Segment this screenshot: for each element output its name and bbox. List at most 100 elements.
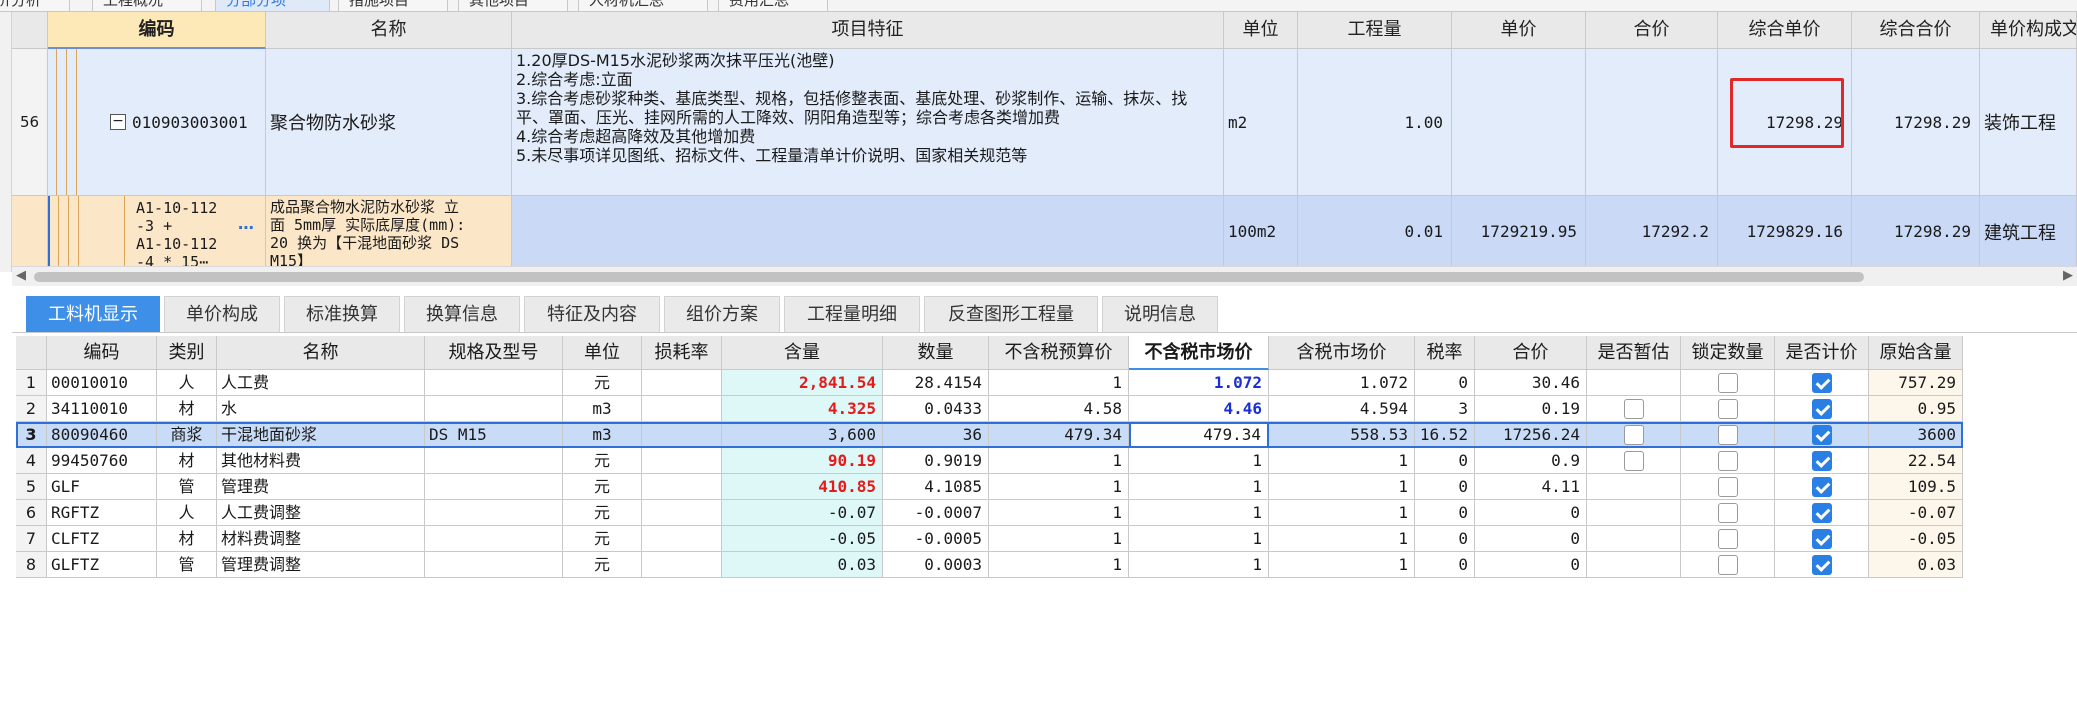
editing-cell[interactable]: 479.34 — [1129, 422, 1269, 448]
checkbox-icon[interactable] — [1812, 425, 1832, 445]
header-features[interactable]: 项目特征 — [512, 12, 1224, 49]
lock-qty-cell[interactable] — [1681, 448, 1775, 474]
lock-qty-cell[interactable] — [1681, 500, 1775, 526]
priced-cell[interactable] — [1775, 448, 1869, 474]
header-total[interactable]: 合价 — [1586, 12, 1718, 49]
material-category: 管 — [157, 552, 217, 578]
checkbox-icon[interactable] — [1812, 477, 1832, 497]
col-priced[interactable]: 是否计价 — [1775, 336, 1869, 370]
checkbox-icon[interactable] — [1718, 399, 1738, 419]
tab-reverse-lookup[interactable]: 反查图形工程量 — [924, 296, 1098, 332]
lock-qty-cell[interactable] — [1681, 396, 1775, 422]
sub-quantity[interactable]: 0.01 — [1298, 196, 1452, 268]
top-tab-measures[interactable]: 措施项目 — [338, 0, 448, 11]
priced-cell[interactable] — [1775, 396, 1869, 422]
col-quantity[interactable]: 数量 — [883, 336, 989, 370]
header-price-file[interactable]: 单价构成文件 — [1980, 12, 2077, 49]
col-estimated[interactable]: 是否暂估 — [1587, 336, 1681, 370]
col-tax-rate[interactable]: 税率 — [1415, 336, 1475, 370]
checkbox-icon[interactable] — [1812, 399, 1832, 419]
tab-labor-material[interactable]: 工料机显示 — [26, 296, 160, 332]
estimated-cell[interactable] — [1587, 526, 1681, 552]
col-lock-qty[interactable]: 锁定数量 — [1681, 336, 1775, 370]
checkbox-icon[interactable] — [1812, 373, 1832, 393]
col-spec[interactable]: 规格及型号 — [425, 336, 563, 370]
col-unit[interactable]: 单位 — [563, 336, 642, 370]
checkbox-icon[interactable] — [1718, 451, 1738, 471]
col-market-price[interactable]: 不含税市场价 — [1129, 336, 1269, 370]
scrollbar-thumb[interactable] — [34, 272, 1864, 282]
col-total[interactable]: 合价 — [1475, 336, 1587, 370]
estimated-cell[interactable] — [1587, 448, 1681, 474]
checkbox-icon[interactable] — [1624, 451, 1644, 471]
header-code[interactable]: 编码 — [48, 12, 266, 49]
tab-unit-price-composition[interactable]: 单价构成 — [164, 296, 280, 332]
tab-features-content[interactable]: 特征及内容 — [524, 296, 660, 332]
priced-cell[interactable] — [1775, 526, 1869, 552]
checkbox-icon[interactable] — [1812, 529, 1832, 549]
scroll-left-icon[interactable]: ◀ — [16, 268, 26, 283]
collapse-icon[interactable]: − — [110, 114, 126, 130]
col-code[interactable]: 编码 — [47, 336, 157, 370]
tab-standard-conversion[interactable]: 标准换算 — [284, 296, 400, 332]
tab-conversion-info[interactable]: 换算信息 — [404, 296, 520, 332]
checkbox-icon[interactable] — [1812, 555, 1832, 575]
checkbox-icon[interactable] — [1812, 451, 1832, 471]
lock-qty-cell[interactable] — [1681, 552, 1775, 578]
estimated-cell[interactable] — [1587, 422, 1681, 448]
priced-cell[interactable] — [1775, 474, 1869, 500]
top-tab-overview[interactable]: 工程概况 — [92, 0, 202, 11]
header-unit-price[interactable]: 单价 — [1452, 12, 1586, 49]
top-tab-cost-analysis[interactable]: 造价分析 — [0, 0, 70, 11]
checkbox-icon[interactable] — [1718, 373, 1738, 393]
header-unit[interactable]: 单位 — [1224, 12, 1298, 49]
lock-qty-cell[interactable] — [1681, 422, 1775, 448]
top-tab-items[interactable]: 分部分项 — [215, 0, 330, 11]
checkbox-icon[interactable] — [1718, 477, 1738, 497]
top-tab-materials[interactable]: 人材机汇总 — [578, 0, 708, 11]
row-number: 4 — [16, 448, 47, 474]
tab-description[interactable]: 说明信息 — [1102, 296, 1218, 332]
checkbox-icon[interactable] — [1718, 425, 1738, 445]
checkbox-icon[interactable] — [1812, 503, 1832, 523]
priced-cell[interactable] — [1775, 500, 1869, 526]
header-name[interactable]: 名称 — [266, 12, 512, 49]
priced-cell[interactable] — [1775, 370, 1869, 396]
top-tab-fees[interactable]: 费用汇总 — [718, 0, 828, 11]
checkbox-icon[interactable] — [1718, 503, 1738, 523]
estimated-cell[interactable] — [1587, 500, 1681, 526]
material-market-price: 1.072 — [1129, 370, 1269, 396]
tab-quantity-detail[interactable]: 工程量明细 — [784, 296, 920, 332]
lock-qty-cell[interactable] — [1681, 474, 1775, 500]
estimated-cell[interactable] — [1587, 370, 1681, 396]
scroll-right-icon[interactable]: ▶ — [2063, 268, 2073, 283]
horizontal-scrollbar[interactable]: ◀ ▶ — [12, 266, 2077, 286]
priced-cell[interactable] — [1775, 422, 1869, 448]
col-loss-rate[interactable]: 损耗率 — [642, 336, 722, 370]
header-comp-unit-price[interactable]: 综合单价 — [1718, 12, 1852, 49]
lock-qty-cell[interactable] — [1681, 370, 1775, 396]
col-name[interactable]: 名称 — [217, 336, 425, 370]
col-budget-price[interactable]: 不含税预算价 — [989, 336, 1129, 370]
priced-cell[interactable] — [1775, 552, 1869, 578]
sub-code-cell[interactable]: A1-10-112 -3 + A1-10-112 -4 * 15⋯ ⋯ — [48, 196, 266, 268]
code-cell[interactable]: − 010903003001 — [48, 49, 266, 196]
lock-qty-cell[interactable] — [1681, 526, 1775, 552]
top-tab-other[interactable]: 其他项目 — [458, 0, 568, 11]
header-comp-total[interactable]: 综合合价 — [1852, 12, 1980, 49]
checkbox-icon[interactable] — [1718, 529, 1738, 549]
col-category[interactable]: 类别 — [157, 336, 217, 370]
col-original-content[interactable]: 原始含量 — [1869, 336, 1963, 370]
checkbox-icon[interactable] — [1718, 555, 1738, 575]
col-content[interactable]: 含量 — [722, 336, 883, 370]
more-icon[interactable]: ⋯ — [238, 218, 254, 237]
col-tax-market-price[interactable]: 含税市场价 — [1269, 336, 1415, 370]
tab-pricing-plan[interactable]: 组价方案 — [664, 296, 780, 332]
checkbox-icon[interactable] — [1624, 425, 1644, 445]
estimated-cell[interactable] — [1587, 396, 1681, 422]
estimated-cell[interactable] — [1587, 474, 1681, 500]
checkbox-icon[interactable] — [1624, 399, 1644, 419]
item-quantity[interactable]: 1.00 — [1298, 49, 1452, 196]
header-quantity[interactable]: 工程量 — [1298, 12, 1452, 49]
estimated-cell[interactable] — [1587, 552, 1681, 578]
